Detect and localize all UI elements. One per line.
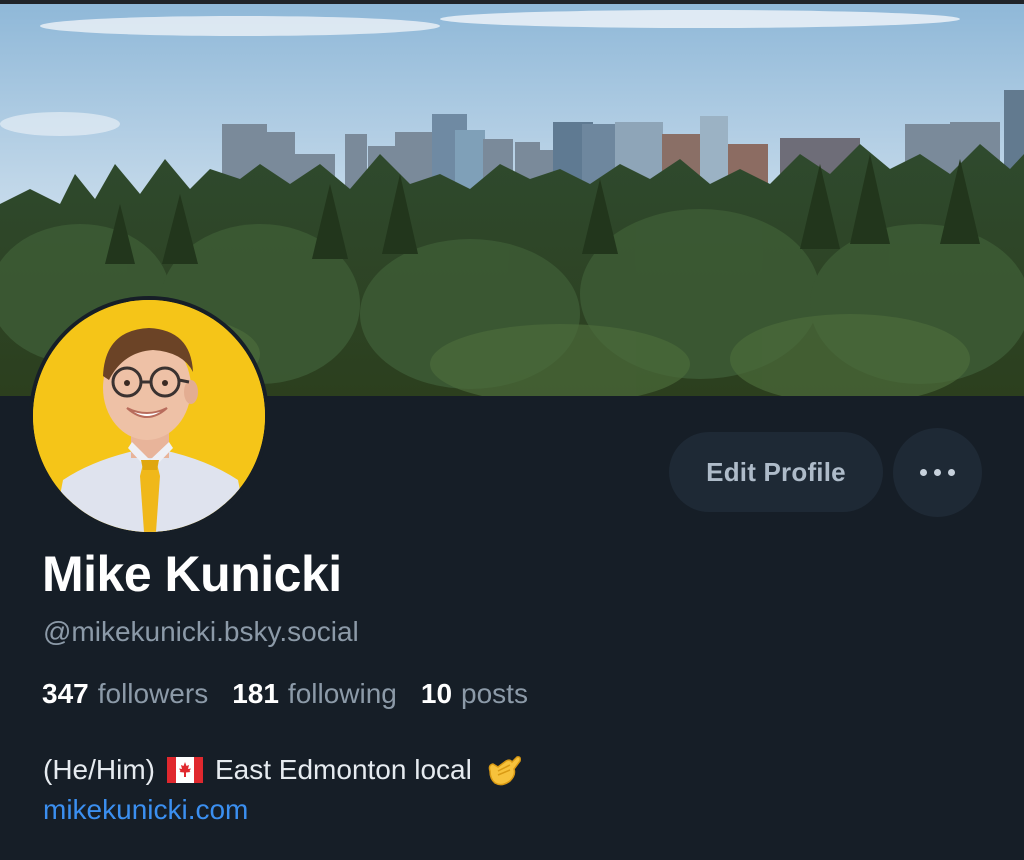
posts-count: 10 <box>420 678 453 709</box>
profile-page: Edit Profile Mike Kunicki @mikekunicki.b… <box>0 0 1024 860</box>
avatar[interactable] <box>29 296 269 536</box>
following-stat[interactable]: 181 following <box>232 678 397 710</box>
posts-stat: 10 posts <box>421 678 528 710</box>
bio-pronouns: (He/Him) <box>43 754 155 785</box>
canada-flag-icon <box>167 757 203 783</box>
followers-count: 347 <box>42 678 89 709</box>
website-link[interactable]: mikekunicki.com <box>43 794 248 826</box>
edit-profile-button[interactable]: Edit Profile <box>669 432 883 512</box>
user-handle: @mikekunicki.bsky.social <box>43 616 359 647</box>
followers-label: followers <box>97 678 209 709</box>
following-count: 181 <box>232 678 279 709</box>
profile-stats: 347 followers 181 following 10 posts <box>42 678 528 710</box>
call-me-hand-icon <box>484 751 522 789</box>
profile-photo <box>33 300 265 532</box>
posts-label: posts <box>461 678 528 709</box>
following-label: following <box>287 678 397 709</box>
followers-stat[interactable]: 347 followers <box>42 678 208 710</box>
more-horizontal-icon <box>920 469 955 476</box>
edit-profile-label: Edit Profile <box>706 456 846 487</box>
display-name: Mike Kunicki <box>42 546 342 602</box>
bio-text: East Edmonton local <box>215 754 472 785</box>
profile-bio: (He/Him) East Edmonton local <box>43 751 522 789</box>
more-options-button[interactable] <box>893 428 982 517</box>
